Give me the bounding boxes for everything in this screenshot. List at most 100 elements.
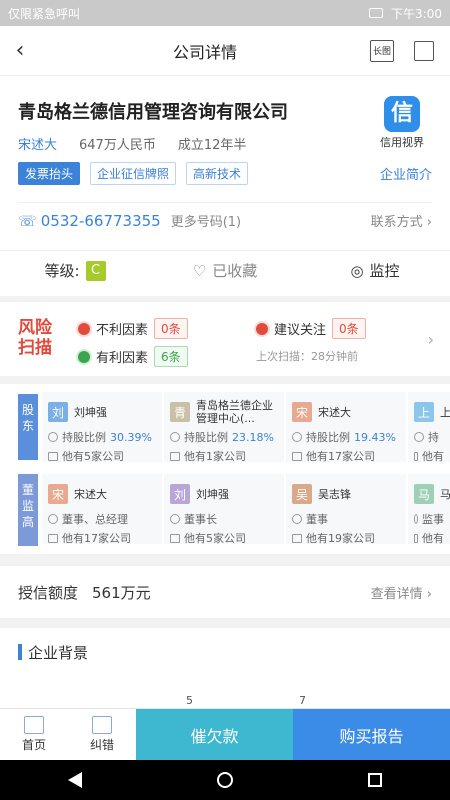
executive-role: 监事 xyxy=(422,513,444,526)
more-numbers-link[interactable]: 更多号码(1) xyxy=(171,211,241,230)
system-nav-bar xyxy=(0,760,450,800)
shareholder-name: 宋述大 xyxy=(318,405,351,419)
view-detail-label: 查看详情 xyxy=(370,586,423,602)
chevron-right-icon: › xyxy=(426,586,432,602)
tab-correct[interactable]: 纠错 xyxy=(68,709,136,760)
company-icon xyxy=(170,533,180,543)
company-icon xyxy=(414,533,418,543)
risk-scan-logo: 风险 扫描 xyxy=(18,318,52,358)
shareholder-card[interactable]: 刘 刘坤强 持股比例 30.39% 他有5家公司 xyxy=(42,392,162,462)
back-icon[interactable]: ‹ xyxy=(0,38,40,63)
avatar: 吴 xyxy=(292,484,312,504)
action-row: 等级: C ♡ 已收藏 ◎ 监控 xyxy=(0,250,450,290)
background-section: 企业背景 5 7 xyxy=(0,628,450,708)
section-accent-bar xyxy=(18,644,22,660)
favorite-label: 已收藏 xyxy=(212,262,258,280)
company-count: 他有5家公司 xyxy=(62,450,124,462)
avatar: 上 xyxy=(414,402,434,422)
home-icon xyxy=(24,716,44,734)
registered-capital: 647万人民币 xyxy=(79,138,156,153)
shareholder-card[interactable]: 上 上 持 他有 xyxy=(408,392,450,462)
favorite-button[interactable]: ♡ 已收藏 xyxy=(150,260,300,281)
grade-label: 等级: xyxy=(44,262,80,280)
executive-name: 宋述大 xyxy=(74,487,107,501)
company-icon xyxy=(170,451,180,461)
status-time: 下午3:00 xyxy=(391,6,442,21)
tag-high-tech[interactable]: 高新技术 xyxy=(186,162,249,185)
suggest-label: 建议关注 xyxy=(274,323,327,338)
battery-icon xyxy=(369,8,384,18)
unfavorable-label: 不利因素 xyxy=(96,323,149,338)
company-card: 青岛格兰德信用管理咨询有限公司 宋述大 647万人民币 成立12年半 发票抬头 … xyxy=(0,76,450,296)
tab-home[interactable]: 首页 xyxy=(0,709,68,760)
company-count: 他有1家公司 xyxy=(184,450,246,462)
ratio-label: 持股比例 xyxy=(184,431,228,444)
favorable-label: 有利因素 xyxy=(96,351,149,366)
executives-label: 董监高 xyxy=(18,474,38,546)
executive-name: 马 xyxy=(440,487,450,501)
executive-card[interactable]: 刘 刘坤强 董事长 他有5家公司 xyxy=(164,474,284,544)
shareholder-card[interactable]: 宋 宋述大 持股比例 19.43% 他有17家公司 xyxy=(286,392,406,462)
monitor-label: 监控 xyxy=(369,262,400,280)
tag-invoice[interactable]: 发票抬头 xyxy=(18,162,81,185)
brand-logo: 信 信用视界 xyxy=(372,96,432,150)
person-icon xyxy=(414,514,418,524)
executive-card[interactable]: 马 马 监事 他有 xyxy=(408,474,450,544)
edit-icon xyxy=(92,716,112,734)
tab-home-label: 首页 xyxy=(21,738,46,752)
nav-recent-icon[interactable] xyxy=(368,773,383,787)
chevron-right-icon: › xyxy=(427,330,434,349)
shareholder-card[interactable]: 青 青岛格兰德企业管理中心(... 持股比例 23.18% 他有1家公司 xyxy=(164,392,284,462)
legal-person-link[interactable]: 宋述大 xyxy=(18,134,57,153)
long-image-button[interactable]: 长图 xyxy=(370,39,394,62)
buy-report-button[interactable]: 购买报告 xyxy=(293,709,450,760)
risk-logo-line1: 风险 xyxy=(18,318,52,338)
avatar: 马 xyxy=(414,484,434,504)
shareholder-name: 刘坤强 xyxy=(74,405,107,419)
nav-back-icon[interactable] xyxy=(67,772,82,788)
person-icon xyxy=(292,514,302,524)
avatar: 宋 xyxy=(48,484,68,504)
urge-debt-button[interactable]: 催欠款 xyxy=(136,709,293,760)
app-header: ‹ 公司详情 长图 xyxy=(0,26,450,76)
status-bar: 仅限紧急呼叫 下午3:00 xyxy=(0,0,450,26)
contact-link[interactable]: 联系方式 › xyxy=(371,211,432,230)
company-count: 他有5家公司 xyxy=(184,532,246,544)
avatar: 宋 xyxy=(292,402,312,422)
company-count: 他有17家公司 xyxy=(62,532,131,544)
phone-link[interactable]: ☏ 0532-66773355 xyxy=(18,212,161,230)
tag-credit-license[interactable]: 企业征信牌照 xyxy=(90,162,177,185)
company-icon xyxy=(292,533,302,543)
pie-icon xyxy=(48,432,58,442)
unfavorable-count: 0条 xyxy=(154,318,188,339)
executive-card[interactable]: 吴 吴志锋 董事 他有19家公司 xyxy=(286,474,406,544)
view-detail-link[interactable]: 查看详情 › xyxy=(371,583,432,602)
executive-name: 吴志锋 xyxy=(318,487,351,501)
credit-limit-row[interactable]: 授信额度 561万元 查看详情 › xyxy=(0,566,450,618)
share-icon[interactable] xyxy=(414,40,434,61)
ratio-value: 19.43% xyxy=(354,430,396,444)
nav-home-icon[interactable] xyxy=(216,772,233,788)
credit-value: 561万元 xyxy=(92,583,151,602)
person-icon xyxy=(48,514,58,524)
chevron-right-icon: › xyxy=(426,215,432,230)
ratio-label: 持股比例 xyxy=(62,431,106,444)
monitor-button[interactable]: ◎ 监控 xyxy=(300,260,450,281)
company-intro-link[interactable]: 企业简介 xyxy=(380,164,432,183)
red-dot-icon xyxy=(78,322,90,335)
company-count: 他有 xyxy=(422,450,444,462)
ratio-label: 持 xyxy=(428,431,439,444)
grade-badge: C xyxy=(85,260,106,281)
executive-card[interactable]: 宋 宋述大 董事、总经理 他有17家公司 xyxy=(42,474,162,544)
ratio-value: 30.39% xyxy=(110,430,152,444)
risk-logo-line2: 扫描 xyxy=(18,338,52,358)
risk-scan-panel[interactable]: 风险 扫描 不利因素 0条 建议关注 0条 有利因素 6条 上次扫描：28分钟前… xyxy=(0,302,450,376)
status-text: 仅限紧急呼叫 xyxy=(8,6,81,21)
favorable-count: 6条 xyxy=(154,346,188,367)
status-icons: 下午3:00 xyxy=(369,5,442,22)
logo-text: 信用视界 xyxy=(380,136,424,149)
company-count: 他有19家公司 xyxy=(306,532,375,544)
company-count: 他有17家公司 xyxy=(306,450,375,462)
heart-icon: ♡ xyxy=(192,261,207,280)
red-dot-icon xyxy=(256,322,268,335)
